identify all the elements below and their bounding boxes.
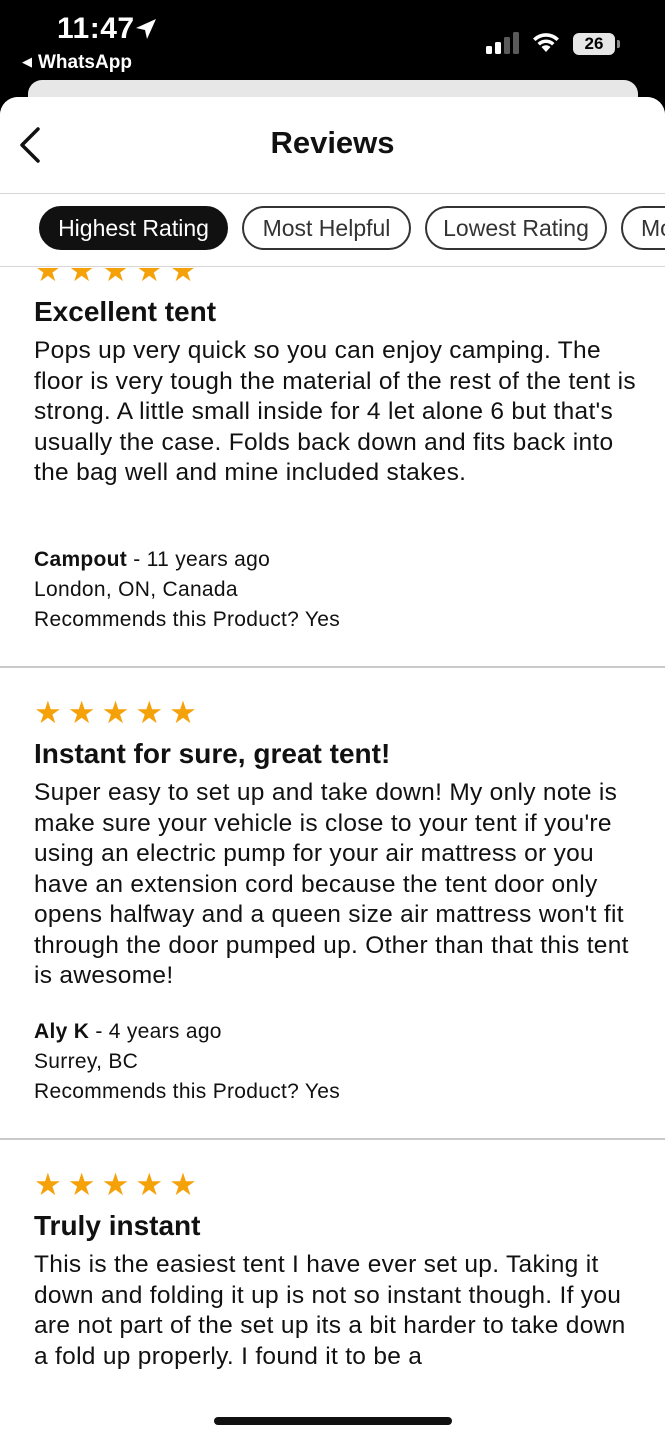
review-body: This is the easiest tent I have ever set…	[34, 1251, 626, 1370]
review-author-line: Aly K - 4 years ago	[34, 1017, 222, 1047]
review-recommends: Recommends this Product? Yes	[34, 608, 341, 631]
back-triangle-icon: ◀	[22, 54, 32, 69]
review-title: Truly instant	[34, 1210, 201, 1241]
battery-tip	[617, 40, 620, 48]
review-body: Super easy to set up and take down! My o…	[34, 779, 629, 989]
sort-chip-lowest-rating[interactable]: Lowest Rating	[425, 206, 607, 250]
location-arrow-icon	[136, 19, 156, 39]
star-rating: ★★★★★	[34, 695, 203, 730]
review-location: London, ON, Canada	[34, 578, 238, 601]
back-app-label: WhatsApp	[38, 52, 132, 73]
sort-filter-bar: Highest Rating Most Helpful Lowest Ratin…	[0, 194, 665, 267]
status-time: 11:47	[57, 12, 135, 45]
review-divider	[0, 666, 665, 668]
review-title: Excellent tent	[34, 296, 217, 327]
review-age: - 11 years ago	[127, 548, 271, 571]
star-rating: ★★★★★	[34, 268, 203, 288]
reviews-sheet: Reviews Highest Rating Most Helpful Lowe…	[0, 97, 665, 1440]
sort-chip-highest-rating[interactable]: Highest Rating	[39, 206, 228, 250]
home-indicator[interactable]	[214, 1417, 452, 1425]
cellular-signal-icon	[486, 32, 519, 54]
sort-chip-more[interactable]: Mo	[621, 206, 665, 250]
review-location: Surrey, BC	[34, 1050, 139, 1073]
battery-level: 26	[573, 33, 615, 55]
review-title: Instant for sure, great tent!	[34, 738, 391, 769]
star-rating: ★★★★★	[34, 1167, 203, 1202]
wifi-icon	[533, 33, 559, 52]
review-age: - 4 years ago	[89, 1020, 222, 1043]
review-author: Aly K	[34, 1020, 90, 1043]
page-title: Reviews	[270, 125, 395, 160]
nav-header: Reviews	[0, 97, 665, 194]
review-body: Pops up very quick so you can enjoy camp…	[34, 337, 636, 486]
back-to-app-link[interactable]: ◀ WhatsApp	[22, 52, 132, 74]
review-recommends: Recommends this Product? Yes	[34, 1080, 341, 1103]
review-divider	[0, 1138, 665, 1140]
review-author-line: Campout - 11 years ago	[34, 545, 270, 575]
review-author: Campout	[34, 548, 128, 571]
reviews-list: ★★★★★ Excellent tent Pops up very quick …	[0, 268, 665, 1383]
sort-chip-most-helpful[interactable]: Most Helpful	[242, 206, 411, 250]
